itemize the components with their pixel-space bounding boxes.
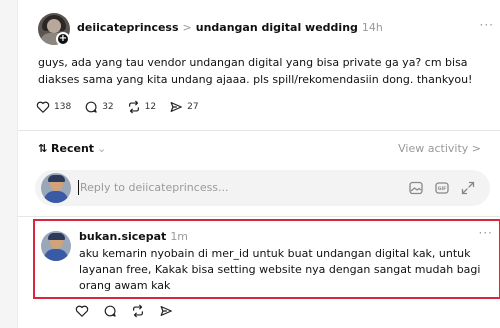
current-user-avatar — [41, 173, 71, 203]
expand-icon[interactable] — [460, 180, 476, 196]
reply-input[interactable]: Reply to deiicateprincess... — [80, 181, 229, 194]
sort-label: ⇅ Recent — [38, 142, 95, 155]
more-options-icon[interactable]: ··· — [480, 18, 494, 32]
plus-badge-icon[interactable]: + — [56, 32, 70, 46]
share-button[interactable]: 27 — [169, 100, 199, 114]
repost-count: 12 — [144, 102, 157, 112]
reply-username[interactable]: bukan.sicepat — [79, 230, 166, 243]
comment-icon — [85, 101, 97, 113]
author-username[interactable]: deiicateprincess — [77, 21, 179, 34]
reply-more-icon[interactable]: ··· — [479, 226, 493, 240]
reply-author-avatar[interactable] — [41, 231, 71, 261]
like-count: 138 — [54, 102, 72, 112]
reply-text: aku kemarin nyobain di mer_id untuk buat… — [79, 247, 481, 292]
divider — [18, 130, 500, 131]
share-icon — [170, 102, 182, 112]
post-actions: 138 32 12 27 — [36, 100, 212, 114]
breadcrumb-separator: > — [182, 21, 192, 34]
heart-icon — [36, 101, 50, 113]
reply-button[interactable]: 32 — [84, 100, 114, 114]
view-activity-link[interactable]: View activity > — [398, 142, 481, 155]
reply-count: 32 — [102, 102, 114, 112]
like-button[interactable]: 138 — [36, 100, 71, 114]
reply-composer[interactable]: Reply to deiicateprincess... GIF — [35, 170, 490, 206]
divider — [18, 216, 500, 217]
highlighted-reply: bukan.sicepat 1m ··· aku kemarin nyobain … — [33, 219, 500, 299]
chevron-down-icon: ⌄ — [97, 142, 107, 155]
thread-card: + deiicateprincess > undangan digital wedd… — [17, 0, 500, 328]
post-time: 14h — [361, 21, 383, 34]
reply-actions — [75, 304, 187, 318]
reply-time: 1m — [170, 230, 189, 243]
gif-icon[interactable]: GIF — [434, 180, 450, 196]
share-count: 27 — [187, 102, 199, 112]
repost-icon — [128, 100, 139, 114]
reply-author: bukan.sicepat 1m — [79, 230, 188, 243]
post-meta: deiicateprincess > undangan digital weddin… — [77, 21, 383, 34]
heart-icon[interactable] — [75, 304, 89, 318]
text-cursor — [78, 180, 79, 195]
sort-dropdown[interactable]: ⇅ Recent ⌄ — [38, 142, 106, 155]
repost-button[interactable]: 12 — [127, 100, 156, 114]
svg-text:GIF: GIF — [438, 186, 446, 192]
image-icon[interactable] — [408, 180, 424, 196]
topic-tag[interactable]: undangan digital wedding — [196, 21, 358, 34]
repost-icon[interactable] — [131, 304, 145, 318]
composer-tools: GIF — [398, 180, 476, 196]
share-icon[interactable] — [159, 304, 173, 318]
comment-icon[interactable] — [103, 304, 117, 318]
post-text: guys, ada yang tau vendor undangan digit… — [38, 56, 473, 86]
